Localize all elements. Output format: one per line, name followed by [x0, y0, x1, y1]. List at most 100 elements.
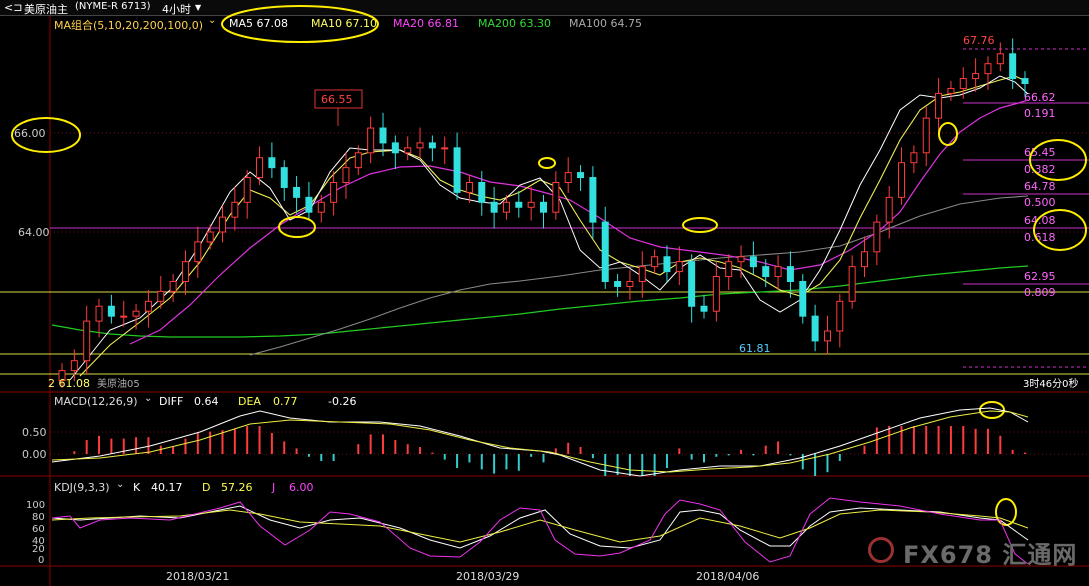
candle-body	[786, 266, 794, 282]
low-price-label: 61.81	[739, 342, 771, 355]
candle-body	[379, 127, 387, 144]
date-label-0406: 2018/04/06	[696, 570, 759, 583]
candle-body	[527, 201, 535, 208]
candle-body	[132, 310, 140, 317]
candle-body	[181, 261, 189, 283]
kdj-tick-80: 80	[32, 512, 45, 523]
candle-body	[799, 281, 807, 317]
candle-body	[169, 281, 177, 292]
candle-body	[354, 152, 362, 169]
candle-body	[120, 315, 128, 318]
candle-body	[256, 157, 264, 179]
candle-body	[638, 266, 646, 282]
candle-body	[972, 73, 980, 80]
macd-dea-value: 0.77	[273, 395, 298, 408]
kdj-tick-0: 0	[38, 555, 44, 566]
fib-ratio-05: 0.500	[1024, 196, 1056, 209]
candle-body	[317, 201, 325, 213]
kdj-d-label: D	[202, 481, 211, 494]
candle-body	[502, 201, 510, 213]
watermark-text: FX678 汇通网	[903, 541, 1078, 569]
candle-body	[959, 78, 967, 89]
candle-body	[737, 256, 745, 263]
fib-price-0382: 65.45	[1024, 146, 1056, 159]
fib-price-0809: 62.95	[1024, 270, 1056, 283]
candle-body	[490, 201, 498, 213]
fib-price-05: 64.78	[1024, 180, 1056, 193]
candle-body	[243, 177, 251, 203]
candle-body	[70, 360, 78, 372]
candle-body	[848, 266, 856, 302]
candle-body	[885, 196, 893, 223]
candle-body	[725, 261, 733, 278]
candle-body	[280, 167, 288, 188]
candle-body	[811, 315, 819, 342]
candle-body	[836, 300, 844, 332]
date-label-0329: 2018/03/29	[456, 570, 519, 583]
candle-body	[293, 186, 301, 198]
candle-body	[428, 142, 436, 149]
macd-tick-05: 0.50	[22, 426, 47, 439]
candle-body	[219, 216, 226, 233]
fib-ratio-0191: 0.191	[1024, 107, 1056, 120]
chevron-down-icon[interactable]: ⌄	[144, 393, 152, 404]
candle-body	[194, 241, 202, 263]
candle-body	[391, 142, 399, 154]
candle-body	[441, 147, 449, 150]
candle-body	[107, 305, 115, 317]
candle-body	[984, 63, 992, 75]
candle-body	[95, 305, 103, 322]
candle-body	[83, 320, 91, 362]
high-price-label: 67.76	[963, 34, 995, 47]
candle-body	[416, 142, 424, 149]
candle-body	[206, 231, 214, 243]
macd-value: -0.26	[328, 395, 357, 408]
candle-body	[910, 152, 918, 164]
candle-body	[404, 147, 412, 154]
fib-price-0618: 64.08	[1024, 214, 1056, 227]
candle-body	[774, 266, 782, 278]
macd-dea-label: DEA	[238, 395, 261, 408]
watermark-logo-icon	[868, 537, 894, 563]
candle-body	[663, 256, 671, 273]
candle-body	[935, 92, 943, 119]
candle-body	[577, 172, 585, 179]
kdj-k-label: K	[133, 481, 141, 494]
candle-body	[552, 182, 560, 213]
candlestick-series	[58, 38, 1029, 388]
kdj-label[interactable]: KDJ(9,3,3)	[54, 481, 110, 494]
candle-body	[330, 182, 338, 203]
candle-body	[601, 221, 609, 283]
candle-body	[823, 330, 831, 342]
candle-body	[478, 182, 486, 203]
price-callout-value: 66.55	[321, 93, 353, 106]
candle-body	[515, 201, 523, 208]
kdj-tick-60: 60	[32, 524, 45, 535]
price-tick-66: 66.00	[14, 127, 46, 140]
candle-body	[144, 300, 152, 312]
candle-body	[157, 290, 165, 302]
candle-body	[564, 172, 572, 184]
candle-body	[873, 221, 881, 253]
candle-body	[231, 201, 239, 218]
fib-ratio-0809: 0.809	[1024, 286, 1056, 299]
macd-label[interactable]: MACD(12,26,9)	[54, 395, 138, 408]
macd-diff-label: DIFF	[159, 395, 184, 408]
ma200-line	[51, 265, 1029, 338]
chevron-down-icon[interactable]: ⌄	[116, 479, 124, 490]
macd-diff-value: 0.64	[194, 395, 219, 408]
candle-body	[749, 256, 757, 268]
candle-body	[465, 182, 473, 193]
candle-body	[614, 281, 622, 287]
candle-body	[453, 147, 461, 193]
candle-body	[651, 256, 659, 268]
kdj-d-value: 57.26	[221, 481, 253, 494]
candle-body	[626, 281, 634, 287]
contract-tag: 美原油05	[97, 377, 140, 390]
kdj-tick-100: 100	[26, 500, 45, 511]
candle-body	[1021, 78, 1029, 85]
candle-body	[589, 177, 597, 223]
candle-body	[922, 117, 930, 154]
candle-body	[712, 276, 720, 312]
candle-body	[540, 201, 547, 213]
